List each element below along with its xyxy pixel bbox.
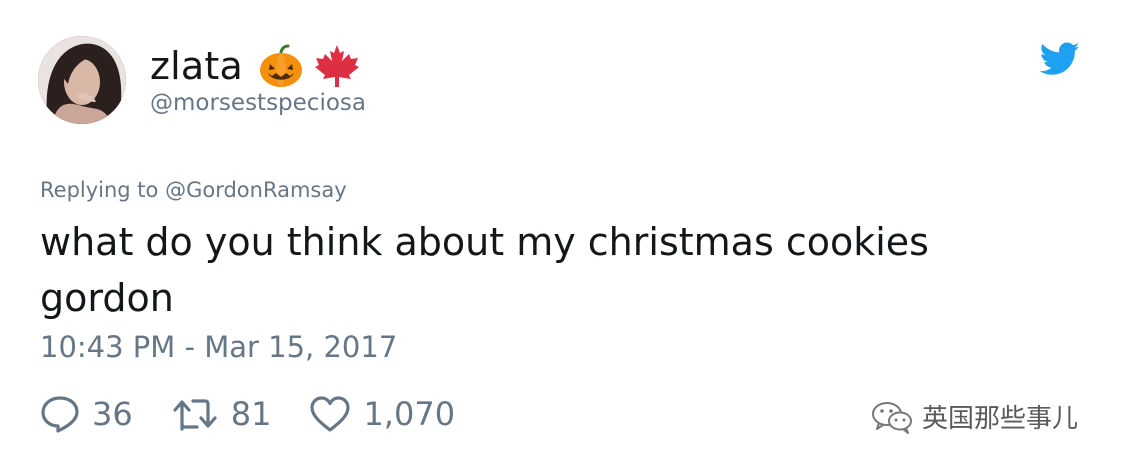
tweet-timestamp[interactable]: 10:43 PM - Mar 15, 2017: [40, 330, 397, 364]
retweet-button[interactable]: 81: [171, 395, 272, 433]
reply-count: 36: [92, 395, 133, 433]
avatar[interactable]: [38, 36, 126, 124]
like-button[interactable]: 1,070: [309, 395, 455, 433]
wechat-icon: [872, 401, 912, 434]
tweet-card: zlata @morsestspeciosa Replying to @Gord…: [0, 0, 1126, 470]
reply-mention-link[interactable]: @GordonRamsay: [165, 178, 347, 202]
watermark: 英国那些事儿: [870, 398, 1078, 435]
like-count: 1,070: [363, 395, 456, 433]
tweet-actions: 36 81 1,070: [40, 392, 493, 436]
display-name-row: zlata: [150, 38, 361, 94]
twitter-bird-icon[interactable]: [1039, 42, 1080, 76]
retweet-icon: [173, 399, 217, 431]
replying-to-label: Replying to: [40, 178, 166, 202]
watermark-text: 英国那些事儿: [922, 404, 1079, 434]
pumpkin-icon: [257, 42, 305, 90]
reply-icon: [41, 396, 79, 433]
maple-leaf-icon: [313, 42, 361, 90]
user-handle[interactable]: @morsestspeciosa: [150, 90, 366, 116]
heart-icon: [310, 396, 351, 432]
reply-button[interactable]: 36: [40, 395, 133, 433]
display-name[interactable]: zlata: [150, 44, 243, 88]
retweet-count: 81: [230, 395, 272, 433]
replying-to-line: Replying to @GordonRamsay: [40, 178, 347, 202]
tweet-text: what do you think about my christmas coo…: [40, 220, 929, 320]
